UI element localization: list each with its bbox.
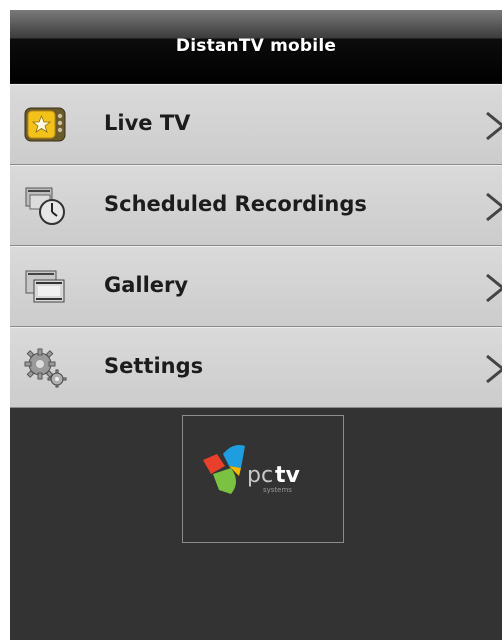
svg-text:systems: systems (263, 486, 292, 494)
svg-text:tv: tv (275, 463, 301, 488)
tv-star-icon (24, 107, 66, 142)
pctv-logo: pc tv systems (203, 445, 301, 494)
chevron-right-icon (486, 273, 502, 303)
chevron-right-icon (486, 354, 502, 384)
pctv-logo-box: pc tv systems (182, 415, 344, 543)
menu-item-scheduled-recordings[interactable]: Scheduled Recordings (10, 165, 502, 246)
chevron-right-icon (486, 111, 502, 141)
main-menu: Live TV Scheduled Recordings Gallery Set… (10, 84, 502, 408)
menu-item-live-tv[interactable]: Live TV (10, 84, 502, 165)
gears-icon (24, 348, 67, 388)
app-title: DistanTV mobile (175, 36, 337, 56)
menu-item-label: Scheduled Recordings (104, 192, 367, 216)
menu-item-gallery[interactable]: Gallery (10, 246, 502, 327)
chevron-right-icon (486, 192, 502, 222)
svg-text:pc: pc (247, 463, 273, 488)
menu-item-settings[interactable]: Settings (10, 327, 502, 408)
title-bar: DistanTV mobile (10, 10, 502, 84)
menu-item-label: Live TV (104, 111, 191, 135)
app-screen: DistanTV mobile Live TV Scheduled Record… (10, 10, 502, 640)
menu-item-label: Gallery (104, 273, 189, 297)
menu-item-label: Settings (104, 354, 204, 378)
clock-recordings-icon (25, 187, 65, 225)
film-gallery-icon (25, 270, 65, 303)
